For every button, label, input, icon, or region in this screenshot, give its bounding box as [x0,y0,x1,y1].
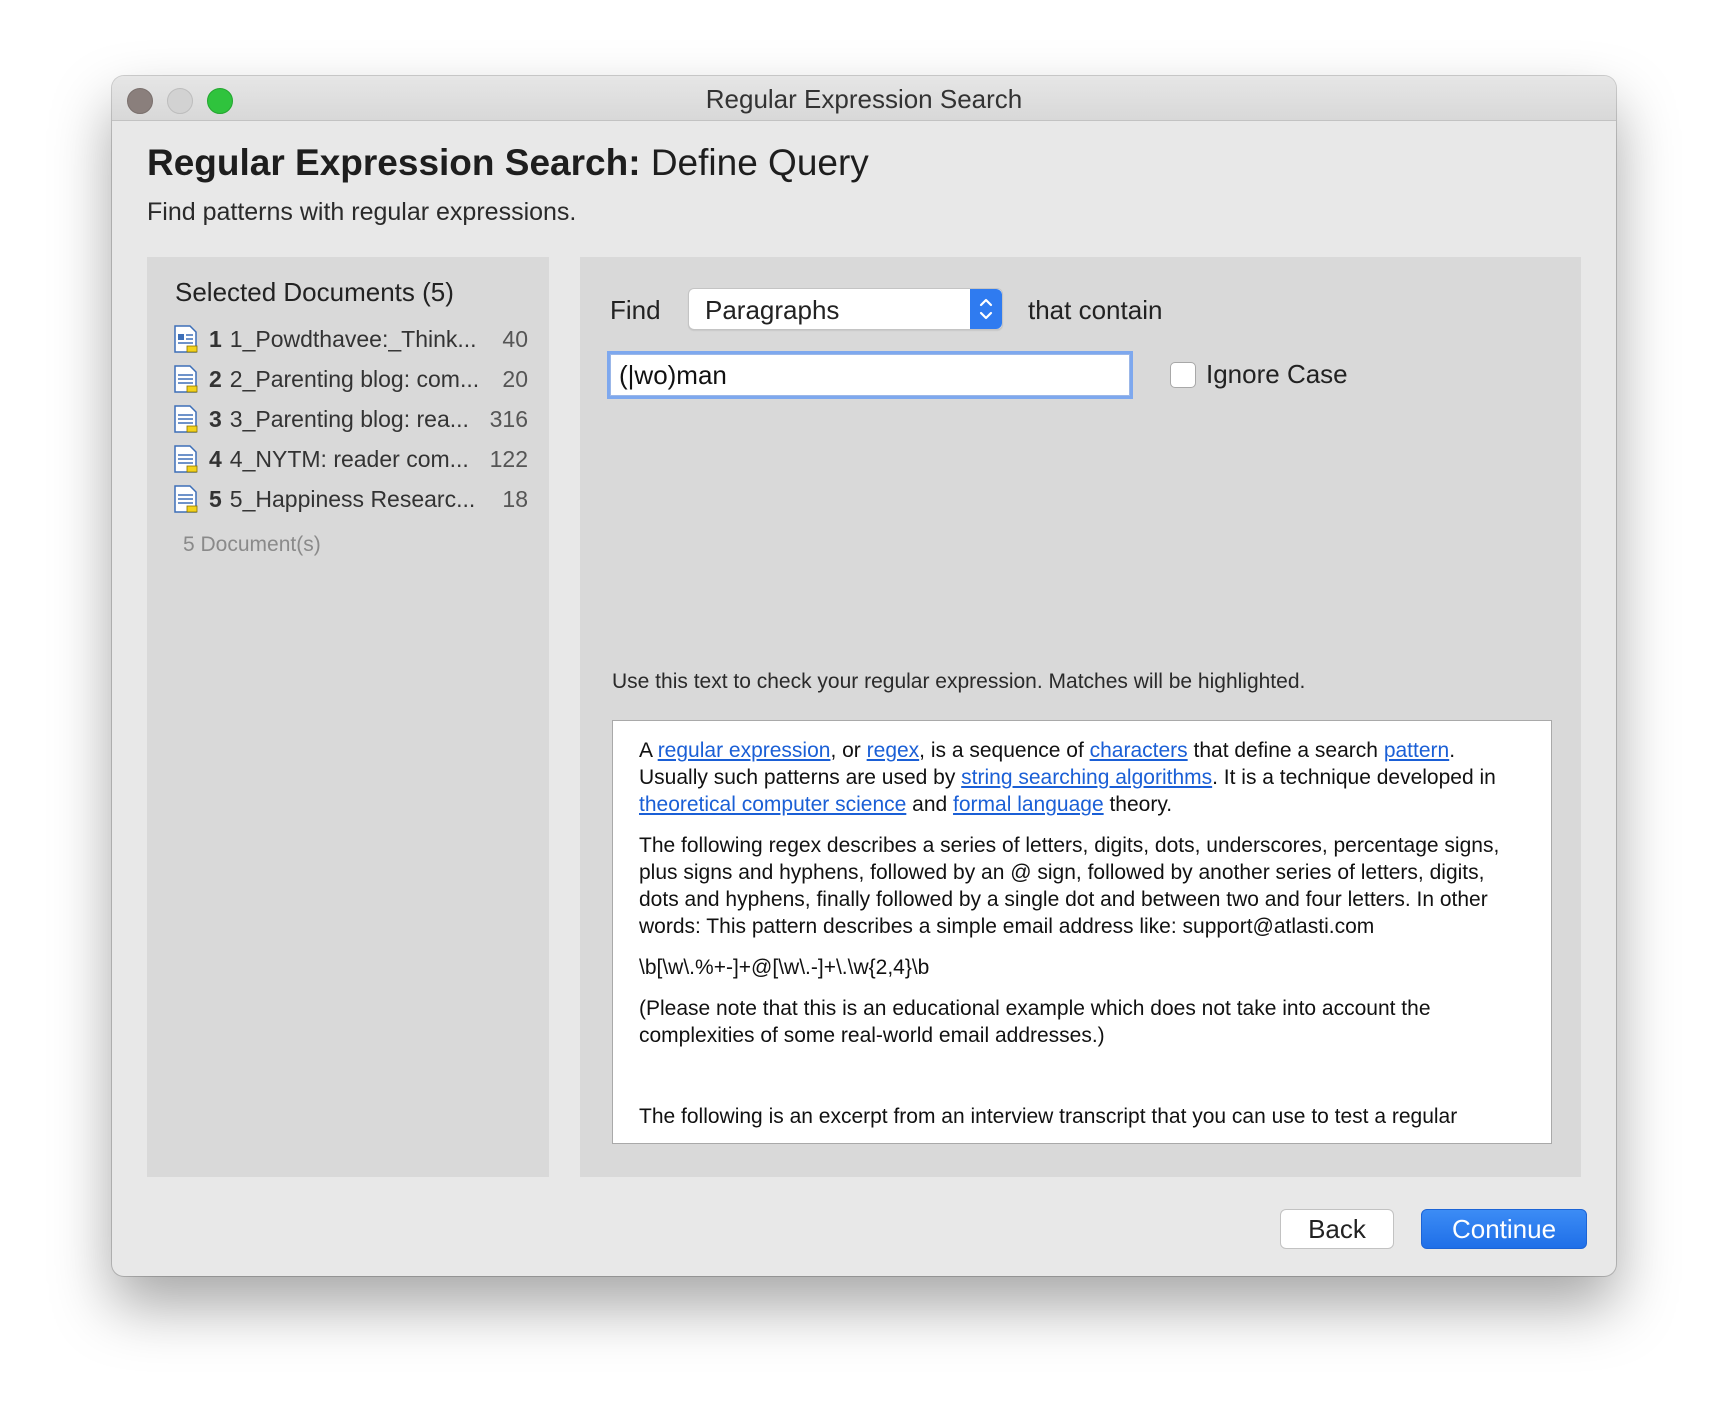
text-document-image-icon [174,325,198,353]
back-button[interactable]: Back [1280,1209,1394,1249]
scope-select[interactable]: Paragraphs [688,288,1003,330]
text-span: , is a sequence of [919,739,1090,762]
text-document-icon [174,405,198,433]
query-panel: Find Paragraphs that contain Ignore Case… [580,257,1581,1177]
document-row-4[interactable]: 4 4_NYTM: reader com... 122 [173,439,528,479]
chevron-up-down-icon [970,289,1002,329]
document-name: 3_Parenting blog: rea... [229,405,469,432]
link-theoretical-computer-science[interactable]: theoretical computer science [639,793,906,816]
test-paragraph-4: (Please note that this is an educational… [639,997,1431,1047]
document-row-5[interactable]: 5 5_Happiness Researc... 18 [173,479,528,519]
page-subtitle: Find patterns with regular expressions. [147,198,577,226]
link-characters[interactable]: characters [1090,739,1188,762]
document-row-1[interactable]: 1 1_Powdthavee:_Think... 40 [173,319,528,359]
document-list: 1 1_Powdthavee:_Think... 40 2 2_Parentin… [173,319,528,519]
continue-button[interactable]: Continue [1421,1209,1587,1249]
text-document-icon [174,445,198,473]
selected-documents-panel: Selected Documents (5) 1 1_Powdthavee:_T… [147,257,549,1177]
scope-select-value: Paragraphs [705,295,840,325]
test-paragraph-5: The following is an excerpt from an inte… [639,1105,1458,1128]
ignore-case-label[interactable]: Ignore Case [1206,359,1348,390]
test-text-hint: Use this text to check your regular expr… [612,670,1306,693]
page-title-bold: Regular Expression Search: [147,142,641,183]
text-span: . It is a technique developed in [1212,766,1496,789]
document-number: 2 [209,365,222,392]
test-paragraph-3: \b[\w\.%+-]+@[\w\.-]+\.\w{2,4}\b [639,956,930,979]
document-quotation-count: 316 [489,405,528,432]
document-name: 2_Parenting blog: com... [229,365,480,392]
document-quotation-count: 20 [502,365,528,392]
test-text-area[interactable]: A regular expression, or regex, is a seq… [612,720,1552,1144]
text-span: A [639,739,658,762]
test-paragraph-2: The following regex describes a series o… [639,834,1500,938]
text-document-icon [174,485,198,513]
link-pattern[interactable]: pattern [1384,739,1449,762]
document-name: 4_NYTM: reader com... [229,445,469,472]
page-title-rest: Define Query [650,142,869,183]
ignore-case-checkbox[interactable] [1170,362,1196,388]
document-name: 1_Powdthavee:_Think... [229,325,477,352]
link-string-searching-algorithms[interactable]: string searching algorithms [961,766,1212,789]
text-span: , or [830,739,867,762]
regex-input[interactable] [607,351,1133,399]
document-total: 5 Document(s) [183,533,321,556]
page-title: Regular Expression Search: Define Query [147,142,869,184]
document-quotation-count: 18 [502,485,528,512]
selected-documents-title: Selected Documents (5) [175,277,454,307]
document-number: 3 [209,405,222,432]
text-document-icon [174,365,198,393]
title-bar[interactable]: Regular Expression Search [112,76,1616,121]
that-contain-label: that contain [1028,295,1163,325]
document-name: 5_Happiness Researc... [229,485,476,512]
document-quotation-count: 40 [502,325,528,352]
link-formal-language[interactable]: formal language [953,793,1104,816]
document-row-3[interactable]: 3 3_Parenting blog: rea... 316 [173,399,528,439]
text-span: theory. [1103,793,1173,816]
dialog-window: Regular Expression Search Regular Expres… [112,76,1616,1276]
link-regular-expression[interactable]: regular expression [658,739,831,762]
document-number: 4 [209,445,222,472]
link-regex[interactable]: regex [867,739,920,762]
test-paragraph-1: A regular expression, or regex, is a seq… [639,737,1525,818]
document-number: 1 [209,325,222,352]
text-span: that define a search [1187,739,1384,762]
find-label: Find [610,295,661,325]
window-title: Regular Expression Search [705,84,1023,114]
text-span: and [906,793,954,816]
document-quotation-count: 122 [489,445,528,472]
document-number: 5 [209,485,222,512]
document-row-2[interactable]: 2 2_Parenting blog: com... 20 [173,359,528,399]
